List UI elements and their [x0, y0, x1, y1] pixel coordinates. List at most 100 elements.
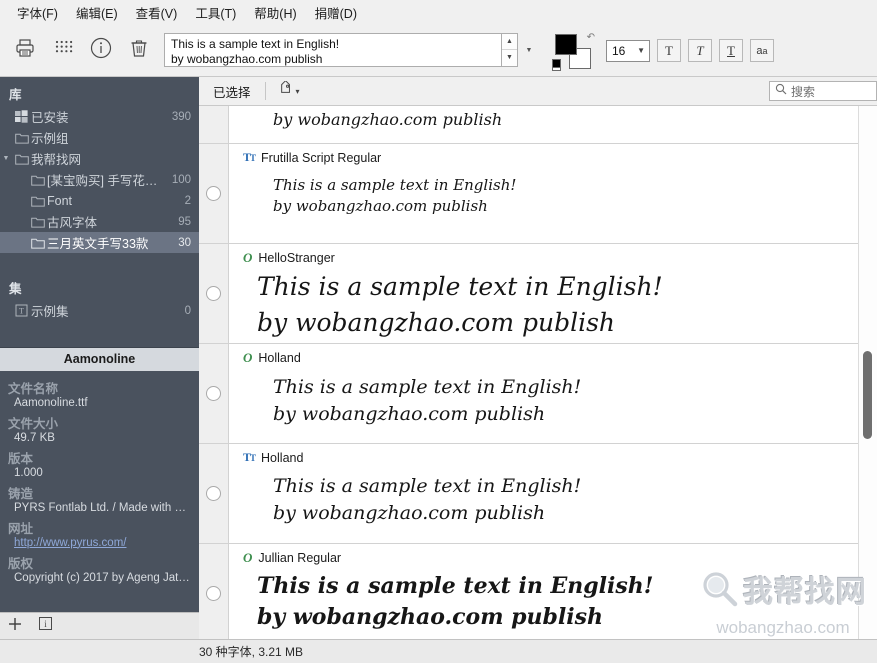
- font-name-row: TT Holland: [243, 450, 858, 465]
- menu-item-donate[interactable]: 捐赠(D): [306, 0, 366, 25]
- sidebar-item-label: 已安装: [31, 111, 69, 125]
- detail-value-website[interactable]: http://www.pyrus.com/: [0, 537, 199, 552]
- font-preview-text: This is a sample text in English! by wob…: [243, 106, 858, 131]
- table-row[interactable]: TT Holland This is a sample text in Engl…: [199, 444, 858, 544]
- table-row[interactable]: TT Frutilla Script Regular This is a sam…: [199, 144, 858, 244]
- detail-value-filesize: 49.7 KB: [14, 431, 55, 444]
- font-manager-window: 字体(F) 编辑(E) 查看(V) 工具(T) 帮助(H) 捐赠(D) This…: [0, 0, 877, 663]
- color-swatch-widget[interactable]: ↶: [552, 31, 596, 71]
- detail-value-version: 1.000: [14, 466, 43, 479]
- row-gutter: [199, 544, 229, 639]
- menu-item-font[interactable]: 字体(F): [8, 0, 67, 25]
- text-case-button[interactable]: aa: [750, 39, 774, 62]
- info-button[interactable]: [82, 31, 120, 71]
- font-name: Jullian Regular: [258, 551, 342, 565]
- row-gutter: [199, 144, 229, 243]
- reset-colors-icon[interactable]: [552, 58, 563, 71]
- info-box-icon: i: [38, 616, 53, 636]
- sidebar-item-sample-set[interactable]: T 示例集 0: [0, 300, 199, 321]
- menu-item-view[interactable]: 查看(V): [127, 0, 187, 25]
- sidebar-footer: i: [0, 612, 199, 639]
- chevron-down-icon: ▼: [637, 45, 645, 55]
- details-toggle-button[interactable]: i: [30, 614, 60, 638]
- sidebar-item-count: 100: [171, 173, 191, 186]
- font-name: HelloStranger: [258, 251, 335, 265]
- menu-item-tools[interactable]: 工具(T): [186, 0, 245, 25]
- sidebar-item-installed[interactable]: 已安装 390: [0, 106, 199, 127]
- sample-text-dropdown[interactable]: ▼: [520, 32, 538, 69]
- sidebar-item-count: 95: [178, 215, 191, 228]
- sidebar-item-taobao-handwriting[interactable]: [某宝购买] 手写花体英… 100: [0, 169, 199, 190]
- delete-button[interactable]: [120, 31, 158, 71]
- table-row[interactable]: This is a sample text in English! by wob…: [199, 106, 858, 144]
- folder-icon: [28, 237, 47, 249]
- swap-colors-icon[interactable]: ↶: [587, 32, 595, 43]
- italic-button[interactable]: T: [688, 39, 712, 62]
- search-icon: [775, 82, 787, 100]
- foreground-color-swatch[interactable]: [555, 33, 577, 55]
- spinner-down-icon[interactable]: ▼: [502, 50, 517, 66]
- preview-line-1: This is a sample text in English!: [257, 573, 654, 599]
- detail-key-copyright: 版权: [8, 556, 34, 571]
- scrollbar-thumb[interactable]: [863, 351, 872, 439]
- preview-line-1: This is a sample text in English!: [273, 475, 582, 497]
- twisty-expanded-icon[interactable]: ▼: [0, 155, 12, 162]
- table-row[interactable]: O Jullian Regular This is a sample text …: [199, 544, 858, 639]
- sidebar-item-label: 示例集: [31, 305, 69, 319]
- svg-text:i: i: [44, 619, 47, 629]
- preview-line-2: by wobangzhao.com publish: [257, 604, 604, 631]
- vertical-scrollbar[interactable]: [858, 106, 877, 639]
- font-preview-text: This is a sample text in English! by wob…: [243, 571, 858, 633]
- row-select-toggle[interactable]: [206, 486, 221, 501]
- folder-icon: [12, 153, 31, 165]
- sidebar-item-wobangzhao[interactable]: ▼ 我帮找网: [0, 148, 199, 169]
- detail-key-filename: 文件名称: [8, 381, 59, 396]
- grid-view-button[interactable]: [44, 31, 82, 71]
- row-select-toggle[interactable]: [206, 586, 221, 601]
- row-select-toggle[interactable]: [206, 286, 221, 301]
- opentype-icon: O: [243, 350, 253, 365]
- sidebar-item-march-handwriting[interactable]: 三月英文手写33款 30: [0, 232, 199, 253]
- sidebar-item-label: [某宝购买] 手写花体英…: [47, 174, 168, 188]
- selected-filter-button[interactable]: 已选择: [203, 78, 261, 105]
- underline-button[interactable]: T: [719, 39, 743, 62]
- bold-button[interactable]: T: [657, 39, 681, 62]
- add-button[interactable]: [0, 614, 30, 638]
- windows-icon: [12, 110, 31, 123]
- search-input[interactable]: 搜索: [769, 81, 877, 101]
- preview-line-2: by wobangzhao.com publish: [273, 109, 503, 129]
- row-select-toggle[interactable]: [206, 386, 221, 401]
- sample-text-spinner[interactable]: ▲ ▼: [502, 32, 518, 67]
- menu-item-help[interactable]: 帮助(H): [245, 0, 305, 25]
- search-placeholder: 搜索: [791, 84, 816, 99]
- sidebar-item-count: 0: [184, 304, 191, 317]
- sample-text-input[interactable]: This is a sample text in English! by wob…: [164, 32, 502, 67]
- tag-filter-button[interactable]: ▾: [272, 78, 306, 104]
- preview-line-1: This is a sample text in English!: [273, 376, 582, 398]
- detail-panel-title: Aamonoline: [0, 346, 199, 371]
- row-select-toggle[interactable]: [206, 186, 221, 201]
- print-button[interactable]: [6, 31, 44, 71]
- menu-item-edit[interactable]: 编辑(E): [67, 0, 127, 25]
- row-gutter: [199, 244, 229, 343]
- detail-key-foundry: 铸造: [8, 486, 34, 501]
- font-size-value: 16: [612, 43, 626, 58]
- sidebar-item-count: 390: [171, 110, 191, 123]
- detail-key-version: 版本: [8, 451, 34, 466]
- font-name-row: O Holland: [243, 350, 858, 366]
- sidebar-item-font[interactable]: Font 2: [0, 190, 199, 211]
- sidebar-item-guofeng[interactable]: 古风字体 95: [0, 211, 199, 232]
- sidebar-item-sample-group[interactable]: 示例组: [0, 127, 199, 148]
- sample-text-line2: by wobangzhao.com publish: [171, 51, 323, 66]
- spinner-up-icon[interactable]: ▲: [502, 34, 517, 50]
- font-preview-cell: O Jullian Regular This is a sample text …: [229, 544, 858, 639]
- printer-icon: [14, 37, 36, 64]
- table-row[interactable]: O Holland This is a sample text in Engli…: [199, 344, 858, 444]
- table-row[interactable]: O HelloStranger This is a sample text in…: [199, 244, 858, 344]
- toolbar-divider: [264, 82, 266, 100]
- font-size-select[interactable]: 16 ▼: [606, 39, 650, 62]
- content-toolbar: 已选择 ▾ 搜索: [199, 77, 877, 106]
- detail-panel: 文件名称 Aamonoline.ttf 文件大小 49.7 KB 版本 1.00…: [0, 370, 199, 612]
- sidebar-item-label: Font: [47, 193, 73, 208]
- case-lower-label: a: [762, 45, 768, 56]
